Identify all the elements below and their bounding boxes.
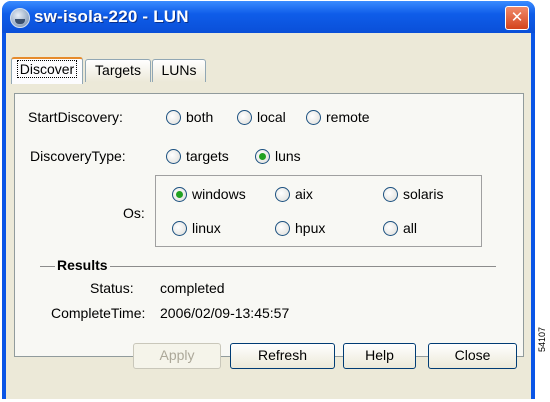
discovery-type-luns-label: luns	[275, 148, 301, 164]
tab-luns[interactable]: LUNs	[152, 59, 206, 82]
tab-label: LUNs	[161, 62, 197, 78]
start-discovery-local-radio[interactable]	[237, 110, 252, 125]
os-linux-label: linux	[192, 220, 221, 236]
start-discovery-local-label: local	[257, 109, 286, 125]
os-hpux-radio[interactable]	[275, 221, 290, 236]
os-windows-label: windows	[192, 186, 246, 202]
figure-id-label: 54107	[537, 326, 547, 352]
apply-button[interactable]: Apply	[133, 343, 221, 369]
os-solaris-radio[interactable]	[383, 187, 398, 202]
os-label: Os:	[123, 205, 145, 221]
discovery-type-luns-radio[interactable]	[255, 149, 270, 164]
os-aix-label: aix	[295, 186, 313, 202]
os-solaris-label: solaris	[403, 186, 444, 202]
window-title: sw-isola-220 - LUN	[34, 7, 189, 26]
discovery-type-targets-label: targets	[186, 148, 229, 164]
os-all-label: all	[403, 220, 418, 236]
status-value: completed	[160, 280, 225, 296]
tab-discover[interactable]: Discover	[11, 57, 83, 84]
os-all-radio[interactable]	[383, 221, 398, 236]
complete-time-label: CompleteTime:	[51, 305, 146, 321]
status-label: Status:	[90, 280, 134, 296]
start-discovery-both-label: both	[186, 109, 214, 125]
discovery-type-targets-radio[interactable]	[166, 149, 181, 164]
refresh-button[interactable]: Refresh	[230, 343, 335, 369]
start-discovery-remote-radio[interactable]	[306, 110, 321, 125]
start-discovery-both-radio[interactable]	[166, 110, 181, 125]
discovery-type-label: DiscoveryType:	[30, 148, 126, 164]
app-icon	[10, 8, 30, 28]
os-hpux-label: hpux	[295, 220, 326, 236]
title-bar[interactable]: sw-isola-220 - LUN ✕	[2, 1, 535, 33]
tab-targets[interactable]: Targets	[85, 59, 151, 82]
window-close-button[interactable]: ✕	[505, 6, 529, 30]
os-aix-radio[interactable]	[275, 187, 290, 202]
results-title: Results	[55, 257, 110, 273]
close-button[interactable]: Close	[428, 343, 517, 369]
os-linux-radio[interactable]	[172, 221, 187, 236]
os-windows-radio[interactable]	[172, 187, 187, 202]
start-discovery-remote-label: remote	[326, 109, 370, 125]
complete-time-value: 2006/02/09-13:45:57	[160, 305, 290, 321]
start-discovery-label: StartDiscovery:	[28, 109, 123, 125]
tab-label: Discover	[16, 60, 78, 78]
tab-label: Targets	[95, 62, 141, 78]
help-button[interactable]: Help	[343, 343, 416, 369]
